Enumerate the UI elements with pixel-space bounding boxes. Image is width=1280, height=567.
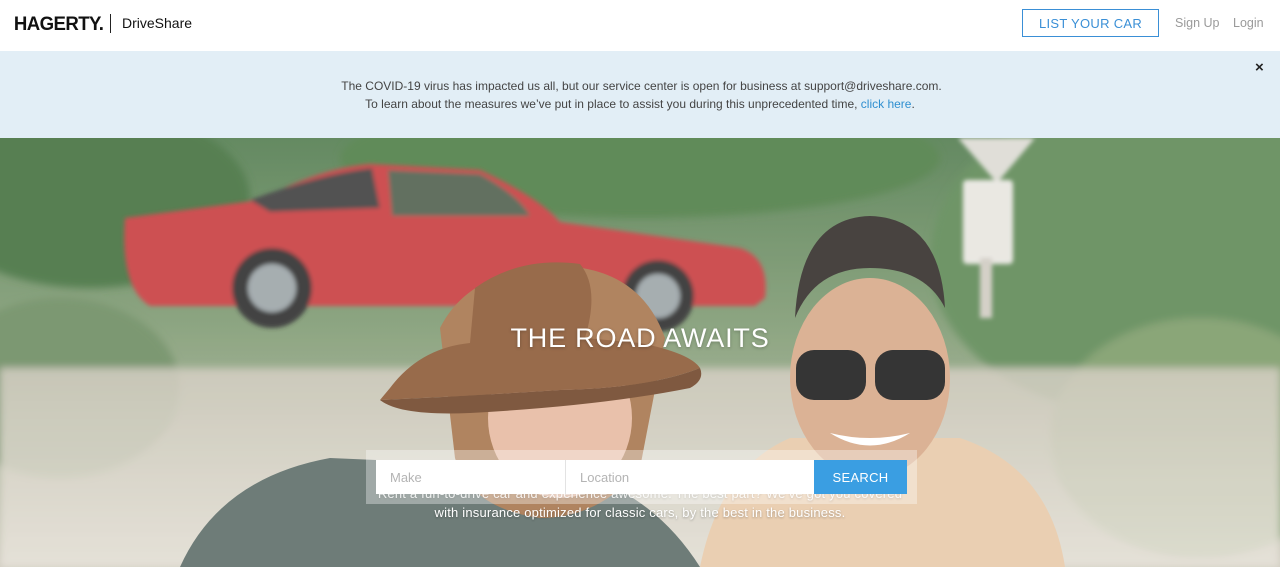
location-input[interactable] [566,460,814,494]
site-header: HAGERTY. DriveShare LIST YOUR CAR Sign U… [0,0,1280,51]
banner-message-line-2: To learn about the measures we’ve put in… [0,97,1280,111]
search-bar: SEARCH [366,450,917,504]
make-input[interactable] [376,460,566,494]
sign-up-link[interactable]: Sign Up [1175,16,1219,30]
logo-divider [110,14,111,33]
banner-line-2-text: To learn about the measures we’ve put in… [365,97,861,111]
click-here-link[interactable]: click here [861,97,912,111]
login-link[interactable]: Login [1233,16,1264,30]
banner-line-2-period: . [911,97,915,111]
covid-notice-banner: The COVID-19 virus has impacted us all, … [0,51,1280,138]
list-your-car-button[interactable]: LIST YOUR CAR [1022,9,1159,37]
driveshare-brand[interactable]: DriveShare [122,15,192,31]
close-icon[interactable]: × [1255,59,1264,76]
hero-title: THE ROAD AWAITS [510,323,770,353]
banner-message-line-1: The COVID-19 virus has impacted us all, … [341,79,942,93]
search-button[interactable]: SEARCH [814,460,907,494]
hagerty-logo[interactable]: HAGERTY. [14,14,104,36]
hero-section: THE ROAD AWAITS Rent a fun-to-drive car … [0,138,1280,567]
hero-tagline-line-2: with insurance optimized for classic car… [434,505,846,520]
